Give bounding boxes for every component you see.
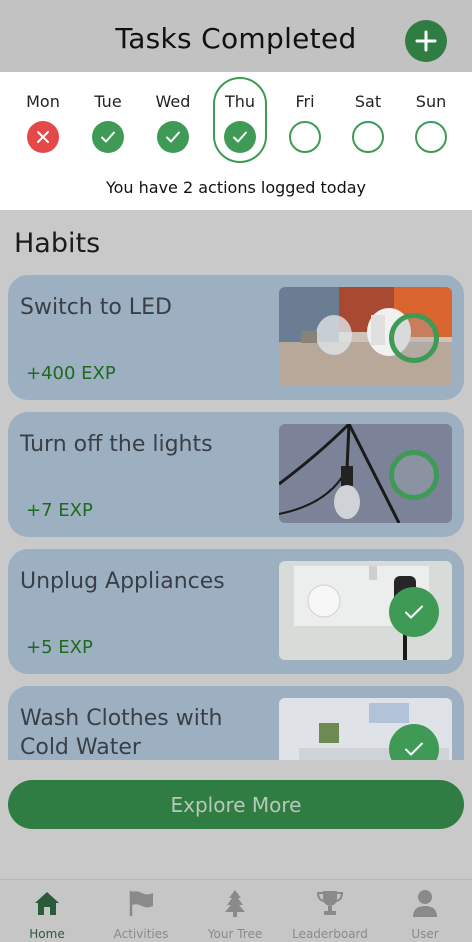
nav-label: Your Tree — [207, 927, 263, 941]
habit-checkbox[interactable] — [389, 587, 439, 637]
check-icon — [166, 131, 180, 143]
day-label: Sat — [354, 92, 382, 111]
habit-exp: +5 EXP — [26, 637, 93, 658]
habit-name: Turn off the lights — [20, 432, 213, 457]
nav-label: Activities — [113, 927, 169, 941]
done-status — [92, 121, 124, 153]
missed-status — [27, 121, 59, 153]
tree-icon — [220, 888, 250, 918]
week-tracker: Mon Tue Wed Thu Fri Sat Sun You have 2 a… — [0, 72, 472, 210]
check-icon — [233, 131, 247, 143]
habit-card[interactable]: Turn off the lights +7 EXP — [8, 412, 464, 537]
home-icon — [32, 888, 62, 918]
nav-item-leaderboard[interactable]: Leaderboard — [283, 880, 377, 942]
nav-item-your-tree[interactable]: Your Tree — [188, 880, 282, 942]
day-label: Wed — [155, 92, 191, 111]
check-icon — [405, 742, 423, 756]
empty-status — [289, 121, 321, 153]
habit-name: Wash Clothes with Cold Water — [20, 706, 223, 760]
nav-label: User — [411, 927, 439, 941]
empty-status — [352, 121, 384, 153]
habit-checkbox[interactable] — [389, 450, 439, 500]
explore-more-button[interactable]: Explore More — [8, 780, 464, 829]
nav-label: Home — [29, 927, 65, 941]
habit-card[interactable]: Unplug Appliances +5 EXP — [8, 549, 464, 674]
habit-card[interactable]: Switch to LED +400 EXP — [8, 275, 464, 400]
nav-item-home[interactable]: Home — [0, 880, 94, 942]
habit-card[interactable]: Wash Clothes with Cold Water — [8, 686, 464, 760]
habit-name: Switch to LED — [20, 295, 172, 320]
bottom-nav: Home Activities Your Tree Leaderboard Us… — [0, 879, 472, 942]
habit-exp: +7 EXP — [26, 500, 93, 521]
plus-icon — [415, 30, 437, 52]
user-icon — [410, 888, 440, 918]
nav-label: Leaderboard — [292, 927, 368, 941]
daily-summary: You have 2 actions logged today — [105, 178, 367, 197]
day-label: Mon — [26, 92, 60, 111]
page-title: Tasks Completed — [115, 22, 357, 55]
nav-item-user[interactable]: User — [378, 880, 472, 942]
section-title: Habits — [14, 228, 101, 259]
day-label: Thu — [224, 92, 256, 111]
trophy-icon — [315, 888, 345, 918]
add-task-button[interactable] — [405, 20, 447, 62]
day-label: Fri — [295, 92, 315, 111]
habit-name: Unplug Appliances — [20, 569, 225, 594]
day-label: Sun — [415, 92, 447, 111]
header: Tasks Completed — [0, 0, 472, 72]
flag-icon — [126, 888, 156, 918]
habits-list[interactable]: Switch to LED +400 EXP Turn off the ligh… — [0, 275, 472, 760]
habit-checkbox[interactable] — [389, 313, 439, 363]
nav-item-activities[interactable]: Activities — [94, 880, 188, 942]
check-icon — [101, 131, 115, 143]
day-label: Tue — [94, 92, 122, 111]
habit-exp: +400 EXP — [26, 363, 116, 384]
close-icon — [37, 131, 49, 143]
done-status — [157, 121, 189, 153]
done-status — [224, 121, 256, 153]
check-icon — [405, 605, 423, 619]
empty-status — [415, 121, 447, 153]
